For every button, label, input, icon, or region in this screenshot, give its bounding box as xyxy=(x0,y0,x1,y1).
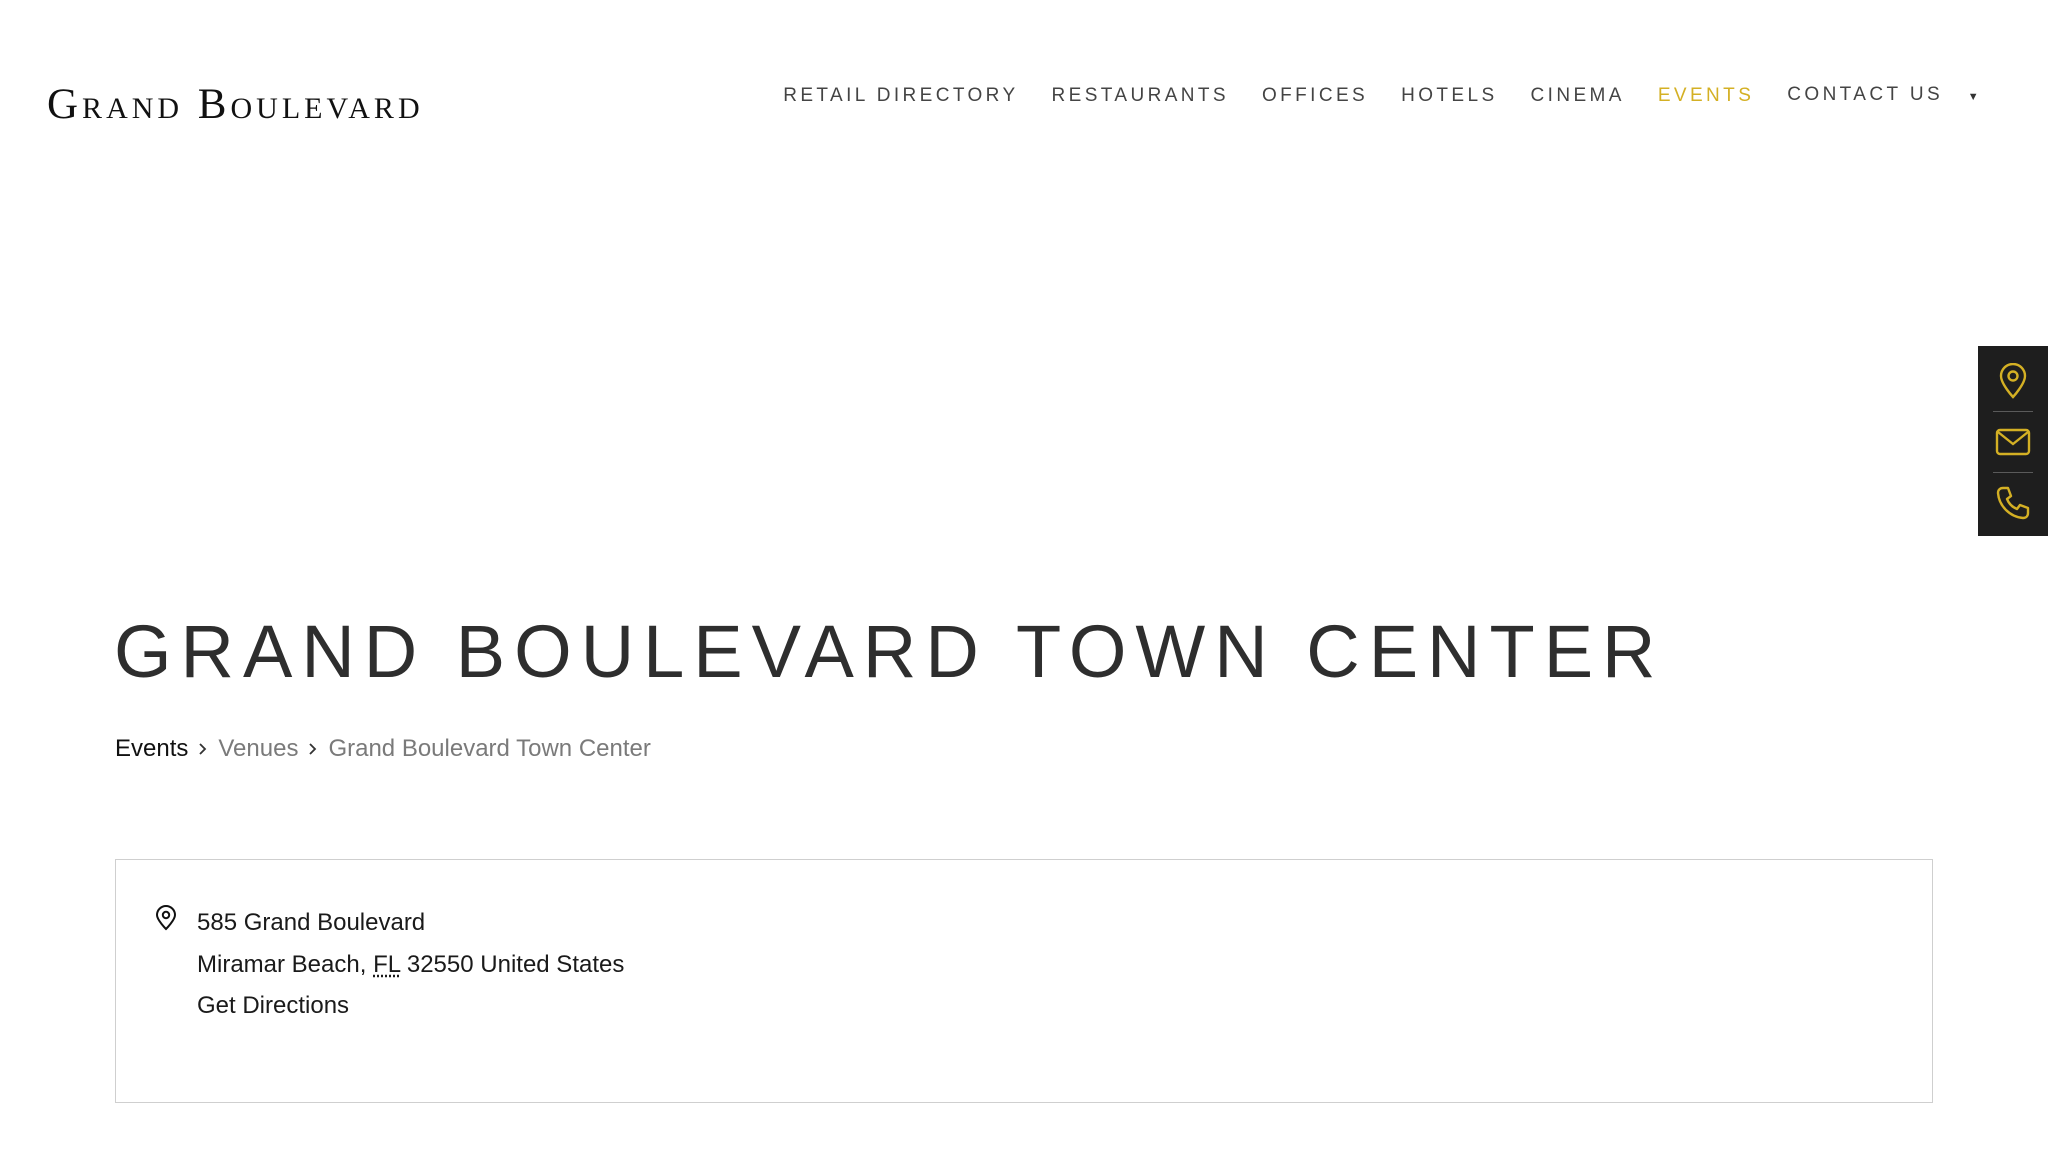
breadcrumb-events[interactable]: Events xyxy=(115,735,188,763)
city-state-zip: Miramar Beach, FL 32550 United States xyxy=(197,944,624,986)
breadcrumb-venues[interactable]: Venues xyxy=(218,735,298,763)
nav-restaurants[interactable]: RESTAURANTS xyxy=(1052,85,1229,107)
page: Grand Boulevard RETAIL DIRECTORY RESTAUR… xyxy=(0,0,2048,1152)
nav-hotels[interactable]: HOTELS xyxy=(1401,85,1497,107)
caret-down-icon: ▼ xyxy=(1967,91,1982,103)
email-button[interactable] xyxy=(1994,419,2032,465)
phone-icon xyxy=(1996,486,2030,520)
breadcrumb-current: Grand Boulevard Town Center xyxy=(328,735,651,762)
get-directions-link[interactable]: Get Directions xyxy=(197,992,349,1019)
site-logo[interactable]: Grand Boulevard xyxy=(47,83,424,127)
nav-retail-directory[interactable]: RETAIL DIRECTORY xyxy=(783,85,1018,107)
nav-events[interactable]: EVENTS xyxy=(1658,85,1754,107)
nav-contact-us[interactable]: CONTACT US ▼ xyxy=(1787,84,1982,108)
nav-cinema[interactable]: CINEMA xyxy=(1531,85,1625,107)
street-address: 585 Grand Boulevard xyxy=(197,909,426,936)
envelope-icon xyxy=(1995,428,2031,456)
zip-country: 32550 United States xyxy=(406,950,625,978)
chevron-right-icon xyxy=(198,742,208,756)
nav-contact-us-label: CONTACT US xyxy=(1787,84,1944,105)
main-nav: RETAIL DIRECTORY RESTAURANTS OFFICES HOT… xyxy=(783,84,1982,108)
divider xyxy=(1993,411,2033,412)
phone-button[interactable] xyxy=(1994,480,2032,526)
map-pin-icon xyxy=(1999,363,2027,399)
location-button[interactable] xyxy=(1994,358,2032,404)
breadcrumb: Events Venues Grand Boulevard Town Cente… xyxy=(115,735,651,763)
state: FL xyxy=(373,950,401,978)
map-pin-icon xyxy=(155,905,177,936)
quick-contact-sidebar xyxy=(1978,346,2048,536)
page-title: GRAND BOULEVARD TOWN CENTER xyxy=(114,610,1665,693)
city: Miramar Beach, xyxy=(197,950,367,978)
venue-details-card: 585 Grand Boulevard Miramar Beach, FL 32… xyxy=(115,859,1933,1103)
venue-address: 585 Grand Boulevard Miramar Beach, FL 32… xyxy=(197,902,624,1027)
divider xyxy=(1993,472,2033,473)
chevron-right-icon xyxy=(308,742,318,756)
nav-offices[interactable]: OFFICES xyxy=(1262,85,1368,107)
